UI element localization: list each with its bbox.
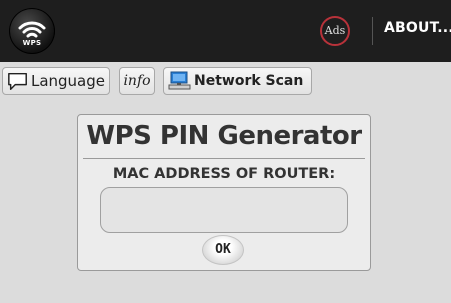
ads-button[interactable]: Ads [320,16,350,46]
app-logo-text: WPS [22,39,42,47]
info-label: info [123,73,151,89]
network-scan-label: Network Scan [194,73,304,89]
speech-bubble-icon [8,72,27,90]
topbar-divider [372,17,373,45]
card-title: WPS PIN Generator [86,121,362,151]
card-divider [83,158,365,159]
language-button[interactable]: Language [2,67,110,95]
language-label: Language [30,72,105,90]
mac-address-input[interactable] [100,187,348,233]
about-button[interactable]: ABOUT... [384,20,451,36]
network-scan-button[interactable]: Network Scan [163,67,312,95]
pin-generator-card: WPS PIN Generator MAC ADDRESS OF ROUTER:… [77,114,371,271]
top-app-bar: WPS Ads ABOUT... [0,0,451,62]
computer-icon [168,71,191,90]
wifi-icon [18,21,46,38]
ok-button[interactable]: OK [202,235,244,265]
app-logo: WPS [9,8,55,54]
mac-address-label: MAC ADDRESS OF ROUTER: [112,166,336,182]
info-button[interactable]: info [119,67,155,95]
